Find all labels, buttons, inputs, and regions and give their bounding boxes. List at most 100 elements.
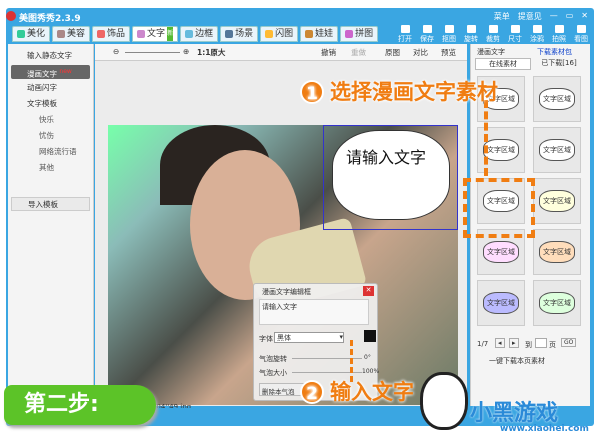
tab-6[interactable]: 闪图 [260, 26, 299, 42]
panel-title: 漫画文字 [477, 48, 505, 56]
tab-downloaded[interactable]: 已下载[16] [533, 58, 585, 70]
tool-icon [554, 25, 564, 33]
tab-1[interactable]: 美容 [52, 26, 91, 42]
tab-label: 拼图 [355, 29, 374, 39]
template-happy[interactable]: 快乐 [11, 113, 90, 127]
zoom-slider[interactable] [125, 52, 180, 53]
tool-button-6[interactable]: 涂鸦 [528, 25, 546, 44]
download-pack-link[interactable]: 下载素材包 [537, 47, 572, 57]
highlight-box [463, 178, 535, 238]
tab-icon [225, 30, 234, 38]
tool-button-8[interactable]: 看图 [572, 25, 590, 44]
step1-annotation: 1 选择漫画文字素材 [300, 76, 498, 106]
tool-button-3[interactable]: 旋转 [462, 25, 480, 44]
redo-button[interactable]: 重做 [351, 47, 366, 58]
tool-label: 裁剪 [486, 35, 500, 43]
tool-icon [488, 25, 498, 33]
next-page-button[interactable]: ▸ [509, 338, 519, 348]
template-other[interactable]: 其他 [11, 161, 90, 175]
tool-icon [532, 25, 542, 33]
color-swatch[interactable] [364, 330, 376, 342]
tab-label: 饰品 [107, 29, 126, 39]
tool-label: 涂鸦 [530, 35, 544, 43]
sticker-item[interactable]: 文字区域 [533, 229, 581, 275]
tab-7[interactable]: 娃娃 [300, 26, 339, 42]
font-value: 黑体 [277, 334, 291, 342]
sticker-label: 文字区域 [539, 88, 575, 110]
minimize-button[interactable]: — [550, 11, 558, 22]
tool-button-2[interactable]: 抠图 [440, 25, 458, 44]
import-template-button[interactable]: 导入模板 [11, 197, 90, 211]
new-badge: new [59, 68, 72, 75]
tab-icon [97, 30, 106, 38]
compare-button[interactable]: 对比 [413, 47, 428, 58]
close-button[interactable]: ✕ [581, 11, 588, 22]
step1-number: 1 [300, 80, 324, 104]
top-tools: 打开 保存 抠图 旋转 裁剪 尺寸 涂鸦 拍照 看图 [396, 25, 590, 44]
page-unit: 页 [549, 341, 556, 349]
tool-icon [400, 25, 410, 33]
app-logo-icon [6, 11, 16, 21]
actual-size-button[interactable]: 1:1原大 [197, 47, 225, 58]
tool-label: 看图 [574, 35, 588, 43]
undo-button[interactable]: 撤销 [321, 47, 336, 58]
sticker-item[interactable]: 文字区域 [477, 280, 525, 326]
tab-icon [17, 30, 25, 38]
goto-label: 到 [525, 341, 532, 349]
tab-2[interactable]: 饰品 [92, 26, 131, 42]
download-page-button[interactable]: 一键下载本页素材 [489, 356, 545, 366]
tool-button-7[interactable]: 拍照 [550, 25, 568, 44]
sticker-item[interactable]: 文字区域 [533, 280, 581, 326]
size-label: 气泡大小 [259, 369, 287, 377]
tab-label: 娃娃 [315, 29, 334, 39]
bubble-selection-box[interactable] [323, 125, 458, 230]
size-value: 100% [362, 368, 380, 375]
original-button[interactable]: 原图 [385, 47, 400, 58]
text-template[interactable]: 文字模板 [11, 97, 90, 111]
sticker-item[interactable]: 文字区域 [533, 76, 581, 122]
text-input[interactable]: 请输入文字 [259, 299, 369, 325]
tab-0[interactable]: 美化 [12, 26, 51, 42]
sticker-item[interactable]: 文字区域 [533, 178, 581, 224]
prev-page-button[interactable]: ◂ [495, 338, 505, 348]
tab-label: 美容 [67, 29, 86, 39]
tab-3[interactable]: 文字新 [132, 26, 179, 42]
sticker-item[interactable]: 文字区域 [533, 127, 581, 173]
preview-button[interactable]: 预览 [441, 47, 456, 58]
tab-8[interactable]: 拼图 [340, 26, 379, 42]
comic-text-label: 漫画文字 [27, 69, 57, 79]
input-static-text[interactable]: 输入静态文字 [11, 49, 90, 63]
tab-5[interactable]: 场景 [220, 26, 259, 42]
tab-online[interactable]: 在线素材 [475, 58, 531, 70]
new-badge: 新 [167, 27, 174, 41]
tab-icon [265, 30, 274, 38]
tool-button-1[interactable]: 保存 [418, 25, 436, 44]
comic-text[interactable]: 漫画文字 new [11, 65, 90, 79]
page-input[interactable] [535, 338, 547, 348]
main-tabs: 美化 美容 饰品 文字新边框 场景 闪图 娃娃 拼图 [12, 26, 379, 42]
tool-button-0[interactable]: 打开 [396, 25, 414, 44]
tool-button-5[interactable]: 尺寸 [506, 25, 524, 44]
feedback-link[interactable]: 提意见 [518, 11, 542, 22]
tool-button-4[interactable]: 裁剪 [484, 25, 502, 44]
sticker-label: 文字区域 [483, 241, 519, 263]
sticker-label: 文字区域 [539, 292, 575, 314]
tab-4[interactable]: 边框 [180, 26, 219, 42]
bubble-text: 请输入文字 [346, 148, 427, 167]
maximize-button[interactable]: ▭ [566, 11, 574, 22]
tool-label: 拍照 [552, 35, 566, 43]
tool-label: 保存 [420, 35, 434, 43]
font-select[interactable]: 黑体 ▾ [274, 332, 344, 343]
rotate-label: 气泡旋转 [259, 355, 287, 363]
zoom-out-icon[interactable]: ⊖ [113, 47, 119, 56]
dialog-close-icon[interactable]: ✕ [363, 286, 374, 296]
zoom-in-icon[interactable]: ⊕ [183, 47, 189, 56]
font-label: 字体 [259, 335, 273, 343]
template-internet[interactable]: 网络流行语 [11, 145, 90, 159]
menu-link[interactable]: 菜单 [494, 11, 510, 22]
panda-mascot-icon [420, 372, 468, 430]
template-sad[interactable]: 忧伤 [11, 129, 90, 143]
sticker-label: 文字区域 [539, 139, 575, 161]
go-button[interactable]: GO [561, 338, 577, 347]
animated-text[interactable]: 动画闪字 [11, 81, 90, 95]
